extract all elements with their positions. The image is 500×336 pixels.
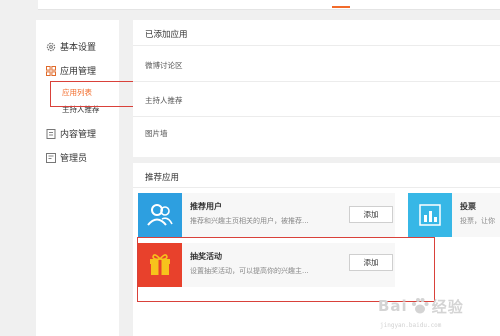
app-card-recommend-users: 推荐用户 推荐和兴趣主页相关的用户，被推荐... 添加 <box>138 193 395 237</box>
sidebar: 基本设置 应用管理 应用列表 主持人推荐 内容管理 管理员 <box>36 20 119 336</box>
divider <box>133 81 500 82</box>
watermark-text: 经验 <box>431 297 464 316</box>
grid-icon <box>46 65 56 76</box>
sidebar-item-label: 基本设置 <box>60 43 97 53</box>
watermark-url: jingyan.baidu.com <box>380 322 442 329</box>
sidebar-item-label: 管理员 <box>60 154 88 164</box>
baidu-watermark: Bai 经验 <box>378 286 496 326</box>
app-name: 投票 <box>460 202 476 211</box>
highlight-box-app-list <box>50 81 134 107</box>
top-bar <box>38 0 500 10</box>
paw-icon <box>410 296 430 316</box>
app-card-vote: 投票 投票，让你 <box>408 193 500 237</box>
added-apps-panel: 已添加应用 微博讨论区 主持人推荐 图片墙 <box>133 20 500 157</box>
list-item[interactable]: 微博讨论区 <box>145 60 183 71</box>
app-description: 投票，让你 <box>460 217 495 225</box>
divider <box>133 116 500 117</box>
user-card-icon <box>46 152 56 163</box>
bar-chart-icon <box>408 193 452 237</box>
panel-title: 已添加应用 <box>145 30 188 40</box>
list-item[interactable]: 主持人推荐 <box>145 95 183 106</box>
sidebar-item-app-management[interactable]: 应用管理 <box>46 64 96 77</box>
watermark-text: Bai <box>378 297 408 315</box>
sidebar-item-label: 应用管理 <box>60 67 97 77</box>
panel-title: 推荐应用 <box>145 173 180 183</box>
sidebar-item-basic-settings[interactable]: 基本设置 <box>46 40 96 53</box>
users-icon <box>138 193 182 237</box>
divider <box>133 45 500 46</box>
active-tab-indicator <box>332 6 350 8</box>
add-button[interactable]: 添加 <box>349 206 393 223</box>
gear-icon <box>46 42 56 52</box>
sidebar-item-admins[interactable]: 管理员 <box>46 151 87 164</box>
document-icon <box>46 128 56 139</box>
sidebar-item-label: 内容管理 <box>60 130 97 140</box>
app-description: 推荐和兴趣主页相关的用户，被推荐... <box>190 217 309 225</box>
sidebar-item-content-management[interactable]: 内容管理 <box>46 127 96 140</box>
list-item[interactable]: 图片墙 <box>145 128 168 139</box>
divider <box>133 187 500 188</box>
app-name: 推荐用户 <box>190 202 222 211</box>
